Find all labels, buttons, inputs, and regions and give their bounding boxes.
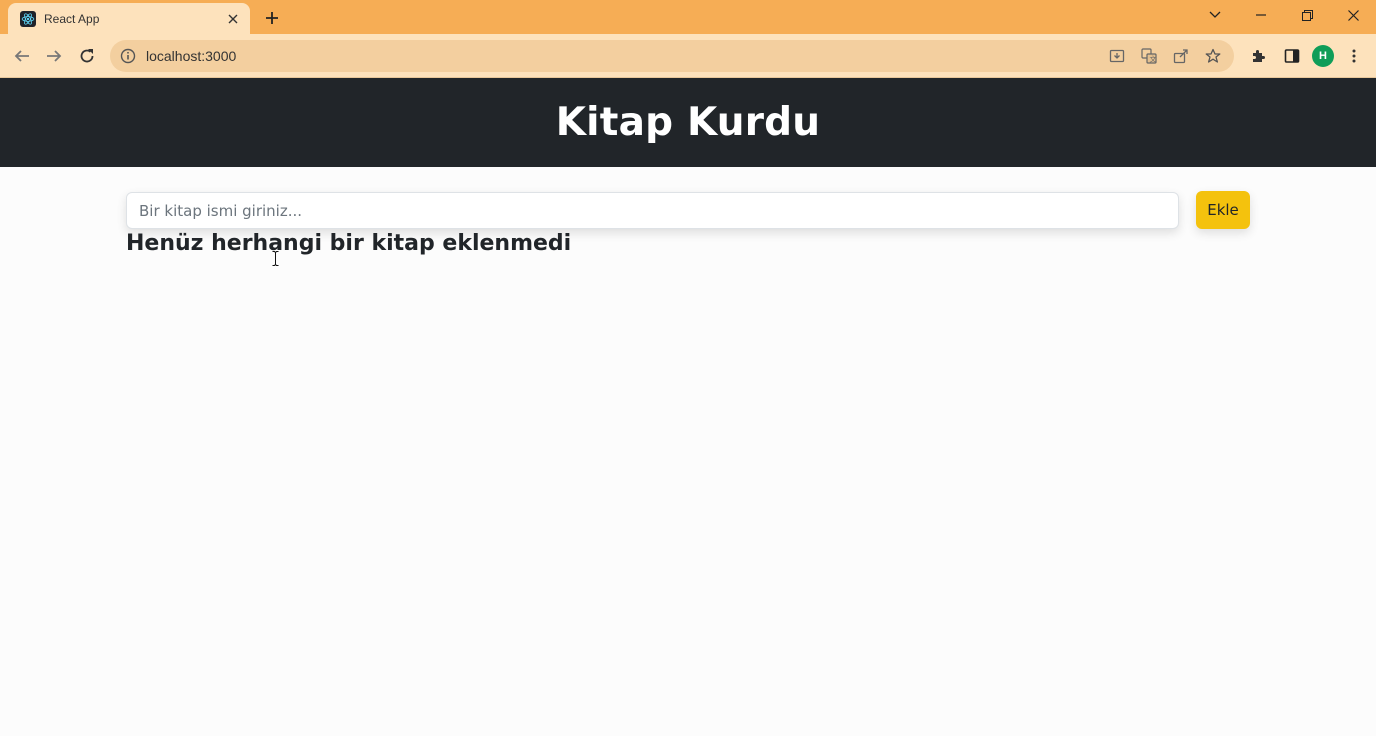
bookmark-star-icon[interactable]	[1202, 45, 1224, 67]
close-window-button[interactable]	[1330, 0, 1376, 30]
close-icon[interactable]	[224, 10, 242, 28]
profile-avatar[interactable]: H	[1312, 45, 1334, 67]
back-arrow-icon[interactable]	[8, 42, 36, 70]
share-icon[interactable]	[1170, 45, 1192, 67]
reload-icon[interactable]	[73, 42, 101, 70]
extensions-puzzle-icon[interactable]	[1244, 42, 1272, 70]
page-title: Kitap Kurdu	[555, 100, 821, 145]
new-tab-button[interactable]	[260, 6, 284, 30]
browser-titlebar: React App	[0, 0, 1376, 34]
window-controls	[1192, 0, 1376, 30]
install-app-icon[interactable]	[1106, 45, 1128, 67]
side-panel-icon[interactable]	[1278, 42, 1306, 70]
app-header: Kitap Kurdu	[0, 78, 1376, 167]
browser-tab[interactable]: React App	[8, 3, 250, 34]
restore-button[interactable]	[1284, 0, 1330, 30]
tab-search-button[interactable]	[1192, 0, 1238, 30]
info-icon[interactable]	[120, 48, 136, 64]
add-book-form: Ekle	[126, 191, 1250, 229]
address-bar[interactable]: localhost:3000 文	[110, 40, 1234, 72]
empty-state-message: Henüz herhangi bir kitap eklenmedi	[126, 231, 572, 256]
add-button[interactable]: Ekle	[1196, 191, 1250, 229]
browser-toolbar: localhost:3000 文 H	[0, 34, 1376, 78]
translate-icon[interactable]: 文	[1138, 45, 1160, 67]
more-menu-icon[interactable]	[1340, 42, 1368, 70]
react-logo-icon	[20, 10, 36, 27]
book-name-input[interactable]	[126, 192, 1179, 229]
svg-text:文: 文	[1150, 55, 1157, 64]
tab-title: React App	[44, 11, 100, 26]
url-text: localhost:3000	[146, 48, 237, 64]
minimize-button[interactable]	[1238, 0, 1284, 30]
text-cursor-icon	[272, 251, 279, 266]
forward-arrow-icon[interactable]	[40, 42, 68, 70]
